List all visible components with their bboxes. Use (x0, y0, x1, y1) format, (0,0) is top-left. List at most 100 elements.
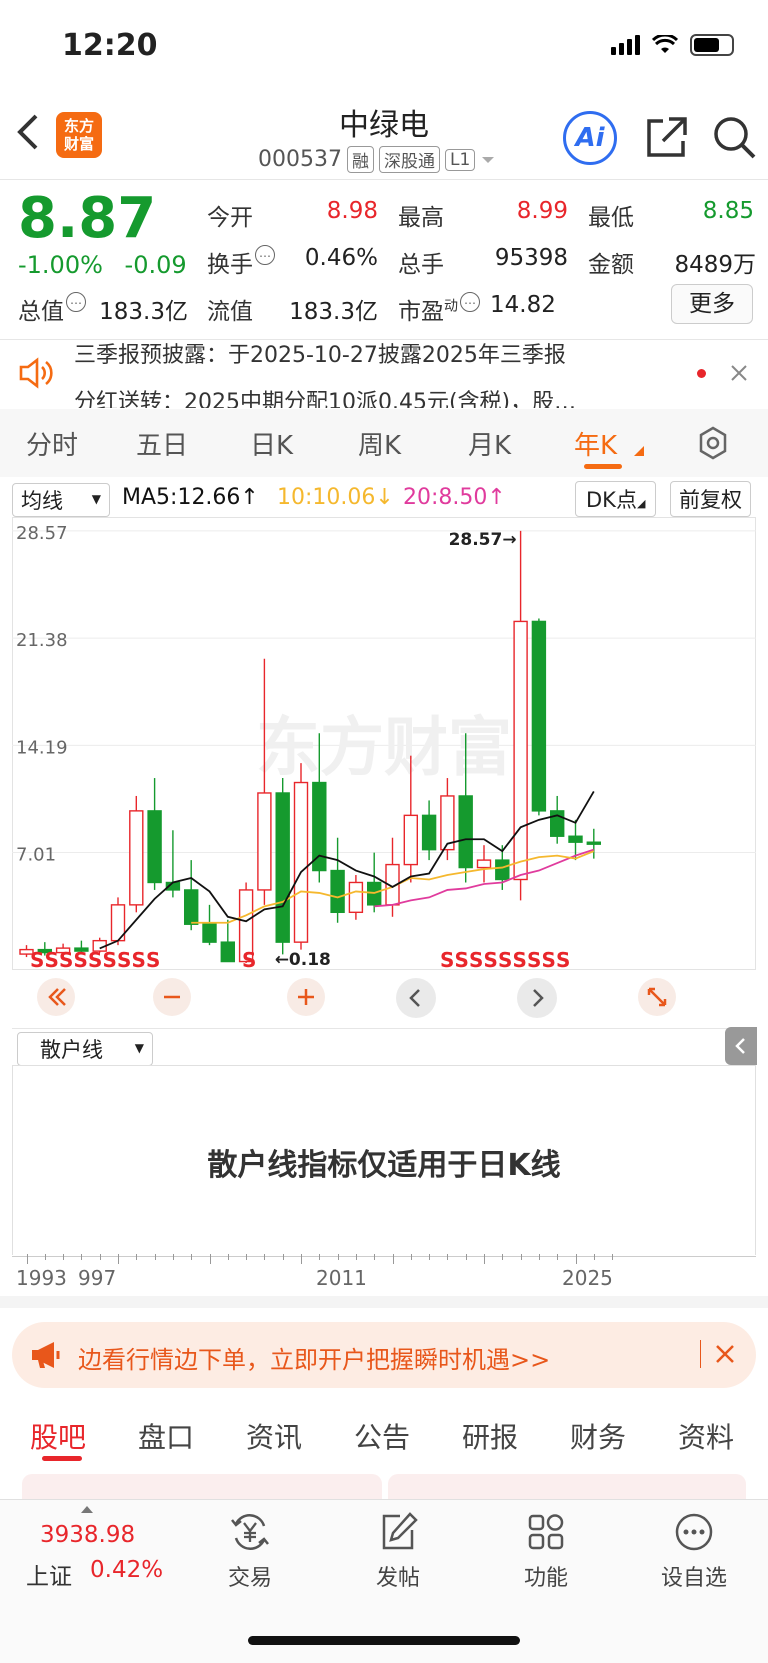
scroll-left-icon[interactable] (395, 977, 437, 1019)
dropdown-icon: ▼ (91, 492, 101, 506)
x-tick (154, 1254, 156, 1260)
stock-subline[interactable]: 000537 融 深股通 L1 (258, 146, 496, 173)
turnover-label: 换手… (207, 245, 275, 279)
x-tick (118, 1254, 119, 1264)
candle-body (568, 835, 583, 843)
indicator-select[interactable]: 均线 ▼ (12, 483, 110, 517)
x-tick (465, 1254, 467, 1260)
candle-body (220, 941, 236, 963)
candle-body (513, 620, 528, 881)
info-icon[interactable]: … (66, 292, 86, 312)
candle-body (403, 814, 418, 866)
dropdown-icon (482, 156, 495, 163)
x-tick (301, 1254, 302, 1264)
share-icon[interactable] (643, 113, 691, 161)
x-tick (374, 1254, 376, 1260)
ma20-label: 20:8.50↑ (403, 485, 506, 510)
search-icon[interactable] (710, 113, 758, 161)
home-indicator (248, 1636, 520, 1645)
stock-code: 000537 (258, 147, 342, 172)
tab-intraday[interactable]: 分时 (26, 425, 78, 462)
tag-connect: 深股通 (378, 146, 440, 173)
x-tick (557, 1254, 559, 1260)
last-price: 8.87 (18, 186, 157, 251)
pe-label-text: 市盈 (398, 299, 444, 325)
x-tick (136, 1254, 138, 1260)
x-tick (410, 1254, 412, 1260)
tab-announcements[interactable]: 公告 (354, 1416, 410, 1456)
mktcap-label-text: 总值 (18, 299, 64, 325)
edit-icon (382, 1512, 418, 1550)
ma10-value: 10:10.06 (277, 485, 376, 510)
post-card-peek (388, 1474, 746, 1500)
pe-label: 市盈动… (398, 292, 480, 326)
promo-divider (700, 1340, 701, 1368)
x-tick (172, 1254, 174, 1260)
open-value: 8.98 (326, 198, 378, 224)
x-tick (209, 1254, 211, 1264)
nav-functions[interactable]: 功能 (496, 1510, 596, 1592)
zoom-in-icon[interactable] (286, 977, 326, 1017)
mktcap-value: 183.3亿 (99, 299, 188, 325)
tab-orderbook[interactable]: 盘口 (138, 1416, 194, 1456)
tab-forum[interactable]: 股吧 (30, 1416, 86, 1456)
info-icon[interactable]: … (255, 245, 275, 265)
tab-research[interactable]: 研报 (462, 1416, 518, 1456)
pe-sup: 动 (444, 298, 458, 315)
x-tick (264, 1254, 266, 1260)
tab-weekly[interactable]: 周K (358, 425, 401, 462)
tab-monthly[interactable]: 月K (468, 425, 511, 462)
nav-post[interactable]: 发帖 (348, 1510, 448, 1592)
adjust-button[interactable]: 前复权 (670, 481, 751, 517)
candle-body (348, 881, 364, 914)
nav-add-watchlist[interactable]: 设自选 (644, 1510, 744, 1592)
info-icon[interactable]: … (460, 292, 480, 312)
candle-body (476, 859, 492, 869)
more-button[interactable]: 更多 (671, 284, 753, 324)
tab-finance[interactable]: 财务 (570, 1416, 626, 1456)
x-label-2025: 2025 (562, 1266, 613, 1290)
unread-dot (697, 369, 706, 378)
tab-5day[interactable]: 五日 (136, 425, 188, 462)
high-label: 最高 (398, 205, 444, 231)
post-card-peek (22, 1474, 382, 1500)
index-value[interactable]: 3938.98 (40, 1522, 135, 1548)
nav-trade[interactable]: 交易 (200, 1510, 300, 1592)
dk-point-button[interactable]: DK点◢ (575, 481, 657, 517)
close-icon[interactable] (730, 364, 748, 382)
change-pct: -1.00% (18, 251, 103, 279)
y-tick-label: 28.57 (16, 523, 68, 544)
float-label: 流值 (207, 299, 253, 325)
settings-icon[interactable] (695, 425, 731, 461)
tab-underline (584, 464, 622, 469)
zoom-out-icon[interactable] (152, 977, 192, 1017)
signal-icon (611, 35, 640, 55)
kline-chart[interactable]: 28.5721.3814.197.01东方财富28.57→←0.18SSSSSS… (12, 517, 756, 1027)
side-panel-toggle[interactable] (725, 1027, 757, 1065)
section-gap (0, 1296, 768, 1308)
x-tick (575, 1254, 577, 1264)
x-tick (246, 1254, 248, 1260)
tab-profile[interactable]: 资料 (678, 1416, 734, 1456)
header-divider (0, 179, 768, 180)
low-label: 最低 (588, 205, 634, 231)
price-change: -1.00% -0.09 (18, 251, 187, 279)
tab-daily[interactable]: 日K (250, 425, 293, 462)
tab-news[interactable]: 资讯 (246, 1416, 302, 1456)
scroll-left-fast-icon[interactable] (36, 977, 76, 1017)
tab-yearly[interactable]: 年K (574, 425, 617, 462)
ai-button[interactable]: Ai (563, 111, 617, 165)
bottom-tab-underline (42, 1456, 82, 1461)
megaphone-icon (32, 1342, 60, 1368)
float-value: 183.3亿 (289, 299, 378, 325)
x-label-1993: 1993 (16, 1266, 67, 1290)
indicator-select-label: 均线 (21, 489, 63, 513)
fullscreen-icon[interactable] (637, 977, 677, 1017)
close-icon[interactable] (715, 1344, 735, 1364)
candle-body (293, 781, 309, 943)
sub-indicator-select[interactable]: 散户线 ▼ (17, 1032, 153, 1066)
scroll-right-icon[interactable] (516, 977, 558, 1019)
nav-functions-label: 功能 (523, 1566, 568, 1591)
x-tick (484, 1254, 485, 1264)
notice-bar[interactable]: 三季报预披露：于2025-10-27披露2025年三季报 分红送转：2025中期… (0, 340, 768, 408)
